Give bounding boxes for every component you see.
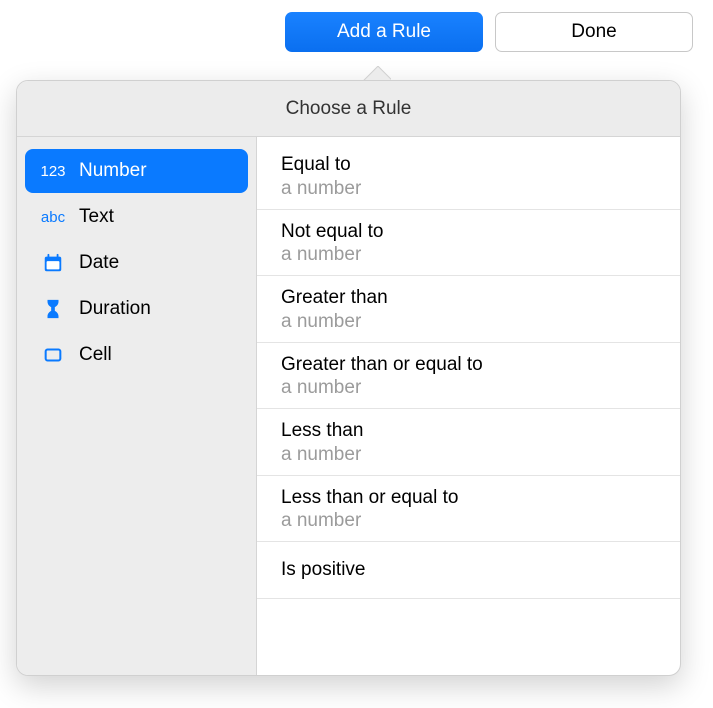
sidebar-item-label: Number [79, 160, 147, 182]
rule-item-greater-than-or-equal[interactable]: Greater than or equal to a number [257, 343, 680, 410]
rule-item-less-than[interactable]: Less than a number [257, 409, 680, 476]
rule-title: Greater than [281, 286, 656, 310]
rule-title: Is positive [281, 558, 656, 582]
sidebar-item-label: Date [79, 252, 119, 274]
done-button[interactable]: Done [495, 12, 693, 52]
rule-category-sidebar: 123 Number abc Text [17, 137, 257, 675]
rule-subtitle: a number [281, 443, 656, 467]
rule-item-not-equal-to[interactable]: Not equal to a number [257, 210, 680, 277]
rule-title: Equal to [281, 153, 656, 177]
popover-body: 123 Number abc Text [17, 137, 680, 675]
sidebar-item-label: Text [79, 206, 114, 228]
sidebar-item-duration[interactable]: Duration [25, 287, 248, 331]
rule-title: Greater than or equal to [281, 353, 656, 377]
calendar-icon [39, 252, 67, 274]
text-icon: abc [39, 209, 67, 226]
rules-list[interactable]: Equal to a number Not equal to a number … [257, 137, 680, 675]
number-icon: 123 [39, 163, 67, 180]
sidebar-item-text[interactable]: abc Text [25, 195, 248, 239]
rule-item-less-than-or-equal[interactable]: Less than or equal to a number [257, 476, 680, 543]
sidebar-item-label: Cell [79, 344, 112, 366]
rule-title: Less than or equal to [281, 486, 656, 510]
rule-subtitle: a number [281, 243, 656, 267]
rule-subtitle: a number [281, 310, 656, 334]
rule-subtitle: a number [281, 376, 656, 400]
rule-title: Not equal to [281, 220, 656, 244]
rule-title: Less than [281, 419, 656, 443]
sidebar-item-number[interactable]: 123 Number [25, 149, 248, 193]
cell-icon [39, 344, 67, 366]
sidebar-item-date[interactable]: Date [25, 241, 248, 285]
popover-arrow [363, 66, 391, 80]
sidebar-item-label: Duration [79, 298, 151, 320]
rule-item-equal-to[interactable]: Equal to a number [257, 143, 680, 210]
sidebar-item-cell[interactable]: Cell [25, 333, 248, 377]
rule-subtitle: a number [281, 509, 656, 533]
popover-title: Choose a Rule [17, 81, 680, 137]
rule-subtitle: a number [281, 177, 656, 201]
choose-rule-popover: Choose a Rule 123 Number abc Text [16, 80, 681, 676]
add-rule-button[interactable]: Add a Rule [285, 12, 483, 52]
rule-item-greater-than[interactable]: Greater than a number [257, 276, 680, 343]
hourglass-icon [39, 298, 67, 320]
rule-item-is-positive[interactable]: Is positive [257, 542, 680, 599]
toolbar: Add a Rule Done [285, 12, 693, 52]
